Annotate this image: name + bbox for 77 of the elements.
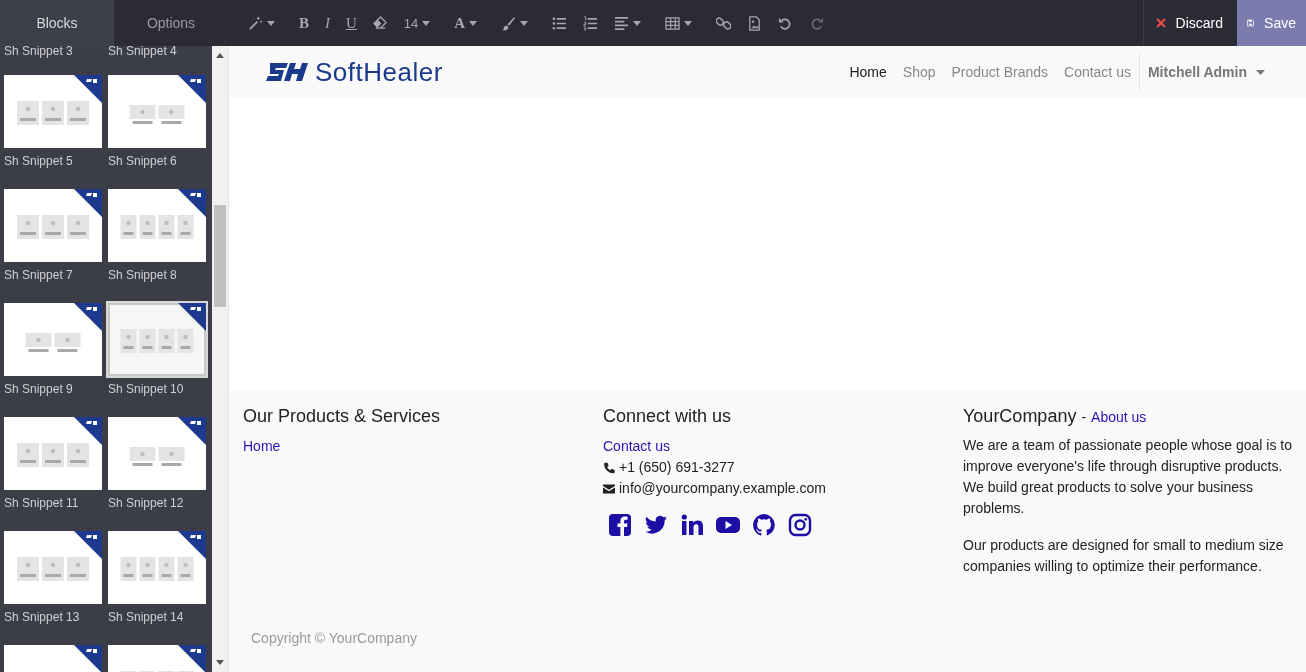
snippet-thumbnail[interactable]: [4, 531, 102, 604]
footer-heading: Our Products & Services: [243, 406, 442, 427]
redo-icon: [809, 15, 825, 31]
snippet-thumbnail[interactable]: [4, 303, 102, 376]
snippet-thumbnail[interactable]: [108, 531, 206, 604]
instagram-icon[interactable]: [788, 513, 812, 537]
snippet-label: Sh Snippet 5: [4, 154, 73, 168]
about-paragraph: We are a team of passionate people whose goal is to improve everyone's life through disruptive products. We build great products to solve your business problems.: [963, 436, 1293, 518]
snippet-label: Sh Snippet 13: [4, 610, 80, 624]
scrollbar-thumb[interactable]: [214, 205, 226, 307]
link-icon: [716, 15, 732, 31]
wand-icon: [248, 15, 263, 31]
nav-link[interactable]: Contact us: [1056, 64, 1139, 80]
align-left-icon: [614, 15, 630, 31]
bullet-list-icon: [552, 15, 568, 31]
separator-dash: -: [1081, 409, 1087, 425]
snippet-label: Sh Snippet 3: [4, 46, 73, 58]
save-button[interactable]: Save: [1237, 0, 1306, 46]
nav-link[interactable]: Product Brands: [943, 64, 1056, 80]
about-paragraph: Our products are designed for small to medium size companies willing to optimize their performance.: [963, 536, 1285, 576]
font-size-dropdown[interactable]: 14: [397, 8, 437, 38]
numbered-list-icon: [583, 15, 599, 31]
nav-link[interactable]: Home: [841, 64, 895, 80]
image-file-icon: [747, 15, 763, 31]
caret-icon: [520, 20, 529, 26]
snippet-label: Sh Snippet 14: [108, 610, 184, 624]
snippet-label: Sh Snippet 11: [4, 496, 79, 510]
caret-icon: [267, 20, 275, 26]
snippet-thumbnail[interactable]: [4, 189, 102, 262]
phone-icon: [603, 461, 615, 474]
panel-tab[interactable]: Blocks: [0, 0, 114, 46]
snippet-thumbnail[interactable]: [4, 417, 102, 490]
font-color-dropdown[interactable]: A: [448, 8, 484, 38]
footer-heading: Connect with us: [603, 406, 733, 427]
scrollbar[interactable]: [212, 46, 228, 672]
snippet-label: Sh Snippet 7: [4, 268, 73, 282]
caret-icon: [469, 20, 478, 26]
close-icon: [1155, 18, 1166, 28]
twitter-icon[interactable]: [644, 513, 668, 537]
snippet-thumbnail[interactable]: [4, 75, 102, 148]
bold-button[interactable]: B: [293, 8, 315, 38]
snippet-thumbnail[interactable]: [108, 303, 206, 376]
snippet-label: Sh Snippet 6: [108, 154, 177, 168]
nav-link[interactable]: Shop: [894, 64, 944, 80]
snippet-thumbnail[interactable]: [108, 189, 206, 262]
caret-icon: [422, 20, 431, 26]
caret-icon: [1256, 69, 1265, 75]
italic-button[interactable]: I: [319, 8, 336, 38]
snippet-label: Sh Snippet 4: [108, 46, 177, 58]
brand-logo-icon: [266, 61, 310, 83]
about-link[interactable]: About us: [1091, 409, 1147, 425]
brand-name: SoftHealer: [315, 56, 443, 88]
eraser-icon: [372, 15, 388, 31]
phone-number: +1 (650) 691-3277: [619, 458, 735, 477]
scroll-down-icon[interactable]: [216, 660, 224, 665]
github-icon[interactable]: [752, 513, 776, 537]
linkedin-icon[interactable]: [680, 513, 704, 537]
snippet-label: Sh Snippet 12: [108, 496, 184, 510]
table-icon: [665, 15, 681, 31]
underline-button[interactable]: U: [340, 8, 363, 38]
user-menu[interactable]: Mitchell Admin: [1139, 63, 1271, 81]
snippet-label: Sh Snippet 8: [108, 268, 177, 282]
snippet-thumbnail[interactable]: [108, 417, 206, 490]
caret-icon: [684, 20, 693, 26]
snippet-thumbnail[interactable]: [108, 75, 206, 148]
copyright-text: Copyright © YourCompany: [250, 630, 418, 648]
scroll-up-icon[interactable]: [216, 53, 224, 58]
caret-icon: [633, 20, 642, 26]
snippet-label: Sh Snippet 10: [108, 382, 184, 396]
email-address: info@yourcompany.example.com: [619, 479, 826, 498]
footer-link[interactable]: Contact us: [603, 436, 670, 457]
facebook-icon[interactable]: [608, 513, 632, 537]
company-name: YourCompany: [963, 406, 1077, 427]
brush-icon: [501, 15, 517, 31]
envelope-icon: [603, 482, 615, 495]
snippet-label: Sh Snippet 9: [4, 382, 73, 396]
footer-link[interactable]: Home: [243, 436, 281, 457]
